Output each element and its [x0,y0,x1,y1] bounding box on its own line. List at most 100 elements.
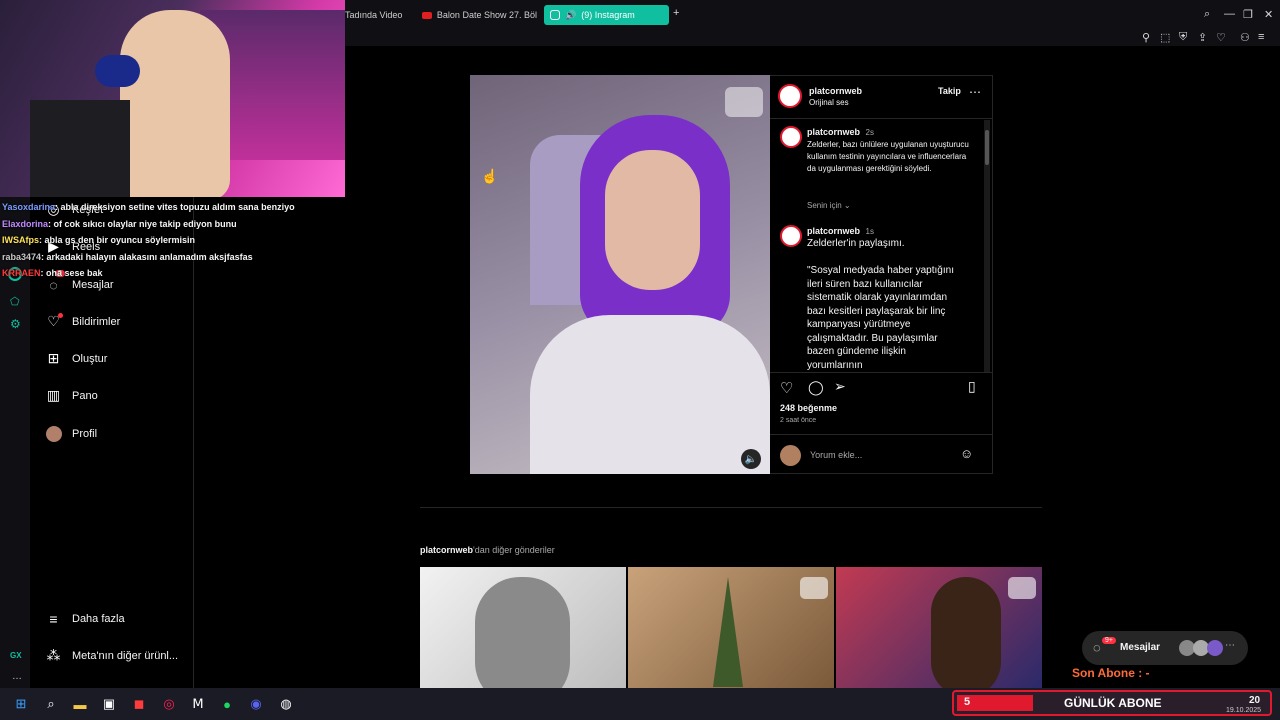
profile-icon[interactable]: ⚇ [1240,31,1250,44]
caption-username[interactable]: platcornweb [807,127,860,137]
tab-label: (9) Instagram [581,10,635,20]
like-icon[interactable]: ♡ [780,379,793,397]
app-icon[interactable]: Ⅿ [188,694,208,714]
post-thumbnail[interactable] [628,567,834,688]
author-avatar[interactable] [778,84,802,108]
audio-label[interactable]: Orijinal ses [809,98,849,107]
messenger-icon: ◌ [1093,640,1101,655]
speaker-icon: 🔊 [565,9,577,20]
tab-balon-date[interactable]: Balon Date Show 27. Böl [422,5,537,25]
for-you-link[interactable]: Senin için ⌄ [807,201,851,210]
opera-gx-icon[interactable]: ◎ [159,694,179,714]
chat-text: : abla direksiyon setine vites topuzu al… [55,202,295,212]
new-tab-icon[interactable]: + [673,7,679,19]
app-icon[interactable]: ◼ [129,694,149,714]
shield-icon[interactable]: ⛨ [1179,31,1187,44]
webcam-person [120,10,230,197]
cursor-icon: ☝ [481,168,499,184]
scrollbar-thumb[interactable] [985,130,989,165]
pin-icon[interactable]: ⚲ [1142,31,1150,44]
divider [770,118,993,119]
comment-input[interactable]: Yorum ekle... [810,450,862,460]
search-icon[interactable]: ⌕ [41,694,61,714]
sidebar-item-label: Bildirimler [72,315,121,328]
windows-start-icon[interactable]: ⊞ [11,694,31,714]
close-icon[interactable]: ✕ [1264,8,1273,21]
post-video[interactable]: 🔈 ☝ [470,75,770,474]
post-time: 2 saat önce [780,417,817,424]
search-icon[interactable]: ⌕ [1204,8,1210,21]
post-thumbnail[interactable] [836,567,1042,688]
sidebar-item-dashboard[interactable]: ▥ Pano [45,387,98,404]
more-posts-user[interactable]: platcornweb [420,545,473,555]
messages-pill-badge: 9+ [1102,637,1116,644]
chat-text: : arkadaki halayın alakasını anlamadım a… [41,251,253,262]
webcam-chair [30,100,130,197]
sidebar-item-meta[interactable]: ⁂ Meta'nın diğer ürünl... [45,647,179,664]
messages-pill[interactable]: ◌ 9+ Mesajlar ⋯ [1082,631,1248,665]
sidebar-item-label: Pano [72,389,98,402]
tab-video[interactable]: Tadında Video [345,5,410,25]
menu-icon[interactable]: ≡ [1258,31,1264,43]
follow-button[interactable]: Takip [938,86,961,96]
snapshot-icon[interactable]: ⬚ [1160,31,1170,44]
chevron-down-icon: ⌄ [843,201,851,210]
caption-header: platcornweb 2s [807,127,874,137]
post-panel: platcornweb Orijinal ses Takip ⋯ platcor… [770,75,993,474]
scrollbar[interactable] [984,120,990,372]
more-posts-heading: platcornweb'dan diğer gönderiler [420,545,555,555]
more-icon[interactable]: … [12,671,22,682]
share-icon[interactable]: ➢ [834,378,846,395]
emoji-icon[interactable]: ☺ [960,446,973,461]
comment-time: 1s [865,227,874,236]
chat-username: IWSAfps [2,235,39,245]
author-username[interactable]: platcornweb [809,86,862,96]
platcorn-watermark [800,577,828,599]
discord-icon[interactable]: ◉ [246,694,266,714]
heart-icon[interactable]: ♡ [1216,31,1226,44]
like-count[interactable]: 248 beğenme [780,403,837,413]
bookmark-icon[interactable]: ▯ [968,378,976,395]
post-thumbnail[interactable] [420,567,626,688]
caption-avatar[interactable] [780,126,802,148]
folder-icon[interactable]: ▬ [70,694,90,714]
streamer-webcam [0,0,345,197]
gx-logo[interactable]: GX [10,651,22,660]
taskbar: ⊞ ⌕ ▬ ▣ ◼ ◎ Ⅿ ● ◉ ◍ 5 GÜNLÜK ABONE 20 19… [0,688,1280,720]
avatar-icon [45,425,62,442]
chat-message: KRRAEN: oha sese bak [2,268,332,285]
browser-address-bar: ⚲ ⬚ ⛨ ⇪ ♡ ⚇ ≡ [345,30,1280,46]
comment-avatar[interactable] [780,225,802,247]
chat-message: Elaxdorina: of cok sıkıcı olaylar niye t… [2,219,332,236]
minimize-icon[interactable]: — [1224,8,1235,20]
sidebar-item-more[interactable]: ≡ Daha fazla [45,610,124,627]
options-icon[interactable]: ⋯ [969,85,981,99]
caption-time: 2s [865,128,874,137]
comment-icon[interactable]: ◯ [808,379,824,396]
instagram-icon [550,10,560,20]
sidebar-item-notifications[interactable]: ♡ Bildirimler [45,313,120,330]
app-icon[interactable]: ▣ [99,694,119,714]
volume-icon[interactable]: 🔈 [741,449,761,469]
app-icon[interactable]: ◍ [276,694,296,714]
more-icon: ⋯ [1225,640,1235,651]
thumbnail-face [475,577,570,688]
chat-text: : of cok sıkıcı olaylar niye takip ediyo… [48,218,237,229]
spotify-icon[interactable]: ● [217,694,237,714]
share-icon[interactable]: ⇪ [1198,31,1207,44]
extension-icon[interactable]: ⬠ [10,295,20,308]
post-header [778,84,802,113]
tab-instagram[interactable]: 🔊 (9) Instagram [544,5,669,25]
sidebar-item-profile[interactable]: Profil [45,425,97,442]
chat-text: : oha sese bak [40,268,103,278]
video-shirt [530,315,770,474]
section-divider [420,507,1042,508]
daily-sub-count: 5 [964,696,971,708]
comment-username[interactable]: platcornweb [807,226,860,236]
settings-icon[interactable]: ⚙ [10,317,21,331]
date: 19.10.2025 [1226,707,1262,714]
restore-icon[interactable]: ❐ [1243,8,1253,21]
sidebar-item-create[interactable]: ⊞ Oluştur [45,350,108,367]
chat-message: IWSAfps: abla gs den bir oyuncu söylermi… [2,235,332,252]
my-avatar [780,445,801,466]
